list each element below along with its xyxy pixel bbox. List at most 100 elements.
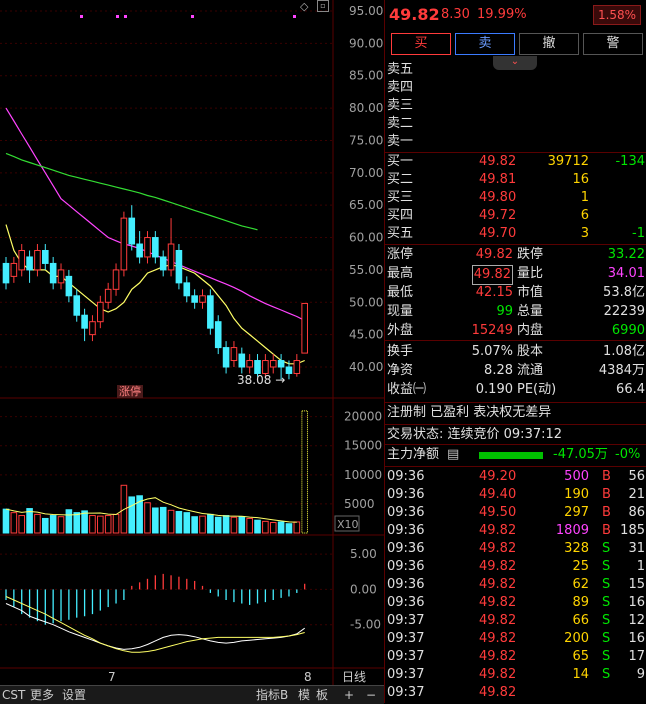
ask-label: 卖一 xyxy=(387,134,414,149)
tick-side: S xyxy=(602,667,611,682)
ask-row[interactable]: 卖四 xyxy=(385,79,646,97)
ask-row[interactable]: 卖二 xyxy=(385,115,646,133)
bid-row[interactable]: 买三 49.80 1 xyxy=(385,189,646,207)
tick-volume: 62 xyxy=(572,577,589,592)
tick-time: 09:36 xyxy=(387,487,425,502)
candle-body xyxy=(222,347,230,368)
stock-tags: 注册制 已盈利 表决权无差异 xyxy=(385,404,646,422)
price-tick-label: 50.00 xyxy=(349,295,383,309)
template-button[interactable]: 模 xyxy=(298,686,310,704)
volume-bar xyxy=(152,507,159,534)
bid-row[interactable]: 买二 49.81 16 xyxy=(385,171,646,189)
tick-count: 185 xyxy=(620,523,645,538)
stat-label: 内盘 xyxy=(517,323,544,338)
tick-volume: 500 xyxy=(564,469,589,484)
main-flow-row: 主力净额 ▤ -47.05万 -0% xyxy=(385,446,646,464)
bid-price: 49.70 xyxy=(479,226,517,241)
fund-label: 收益㈠ xyxy=(387,382,427,397)
current-price: 49.82 xyxy=(389,5,440,24)
volume-bar xyxy=(167,509,175,534)
tick-volume: 89 xyxy=(572,595,589,610)
main-flow-label: 主力净额 xyxy=(387,447,440,462)
volume-bar xyxy=(73,512,81,534)
volume-bar xyxy=(49,515,57,534)
date-label-7: 7 xyxy=(108,670,116,684)
list-icon[interactable]: ▤ xyxy=(447,446,459,464)
bid-volume: 39712 xyxy=(547,154,589,169)
ask-row[interactable]: 卖一 xyxy=(385,133,646,151)
price-change-pct: 19.99% xyxy=(477,7,527,22)
bottom-toolbar: CST 更多 设置 指标B 模 板 + − xyxy=(0,685,384,704)
candle-body xyxy=(207,295,214,329)
candle-body xyxy=(2,262,10,284)
trade-status: 交易状态: 连续竞价 09:37:12 xyxy=(385,426,646,444)
volume-bar xyxy=(97,515,104,534)
more-button[interactable]: 更多 xyxy=(30,686,54,704)
volume-bar xyxy=(34,513,41,534)
bid-label: 买四 xyxy=(387,208,414,223)
daily-period-button[interactable]: 日线 xyxy=(342,668,366,685)
trade-status-text: 交易状态: 连续竞价 09:37:12 xyxy=(387,427,563,442)
volume-bar xyxy=(65,509,73,534)
tick-price: 49.20 xyxy=(479,469,517,484)
main-flow-bar xyxy=(479,452,543,459)
zoom-out-button[interactable]: − xyxy=(366,686,376,704)
tick-row: 09:36 49.82 328 S 31 xyxy=(385,540,646,558)
buy-button[interactable]: 买 xyxy=(391,33,451,55)
fund-value: 0.190 xyxy=(475,382,513,397)
bid-row[interactable]: 买一 49.82 39712 -134 xyxy=(385,153,646,171)
tick-time: 09:37 xyxy=(387,667,425,682)
low-price-value: 38.08 xyxy=(237,373,272,387)
fund-label: 换手 xyxy=(387,344,414,359)
price-tick-label: 65.00 xyxy=(349,198,383,212)
bid-price: 49.82 xyxy=(479,154,517,169)
tick-price: 49.82 xyxy=(479,577,517,592)
candle-body xyxy=(34,249,41,271)
candle-body xyxy=(97,301,104,323)
volume-bar xyxy=(230,516,238,534)
stat-label: 跌停 xyxy=(517,247,544,262)
zoom-in-button[interactable]: + xyxy=(344,686,354,704)
alert-button[interactable]: 警 xyxy=(583,33,643,55)
diamond-icon[interactable]: ◇ xyxy=(300,0,308,13)
price-tick-label: 45.00 xyxy=(349,328,383,342)
scroll-box-icon[interactable]: ▫ xyxy=(317,0,329,12)
ask-label: 卖四 xyxy=(387,80,414,95)
price-tick-label: 70.00 xyxy=(349,166,383,180)
cancel-order-button[interactable]: 撤 xyxy=(519,33,579,55)
timezone-label[interactable]: CST xyxy=(2,686,25,704)
volume-bar xyxy=(159,506,167,534)
candle-body xyxy=(26,256,33,271)
signal-dot xyxy=(191,15,194,18)
bid-price: 49.81 xyxy=(479,172,517,187)
volume-bar xyxy=(128,496,136,534)
ask-row[interactable]: 卖三 xyxy=(385,97,646,115)
candle-body xyxy=(152,237,159,258)
ask-label: 卖三 xyxy=(387,98,414,113)
tick-count: 86 xyxy=(628,505,645,520)
candle-body xyxy=(128,217,136,245)
board-button[interactable]: 板 xyxy=(316,686,328,704)
price-tick-label: 80.00 xyxy=(349,101,383,115)
stat-value: 49.82 xyxy=(475,247,513,262)
stock-tags-text: 注册制 已盈利 表决权无差异 xyxy=(387,405,552,420)
stat-value: 33.22 xyxy=(607,247,645,262)
volume-tick-label: 10000 xyxy=(344,468,382,482)
bid-row[interactable]: 买四 49.72 6 xyxy=(385,207,646,225)
tick-count: 15 xyxy=(628,577,645,592)
tick-volume: 66 xyxy=(572,613,589,628)
main-flow-pct: -0% xyxy=(615,447,641,462)
settings-button[interactable]: 设置 xyxy=(62,686,86,704)
sell-button[interactable]: 卖 xyxy=(455,33,515,55)
volume-bar xyxy=(89,515,96,534)
tick-price: 49.82 xyxy=(479,559,517,574)
ask-label: 卖二 xyxy=(387,116,414,131)
candle-body xyxy=(81,314,88,329)
indicator-button[interactable]: 指标B xyxy=(256,686,288,704)
tick-side: B xyxy=(602,523,611,538)
candle-body xyxy=(214,321,222,349)
ask-row[interactable]: 卖五 xyxy=(385,61,646,79)
bid-row[interactable]: 买五 49.70 3 -1 xyxy=(385,225,646,243)
tick-volume: 297 xyxy=(564,505,589,520)
fund-label: PE(动) xyxy=(517,382,557,397)
